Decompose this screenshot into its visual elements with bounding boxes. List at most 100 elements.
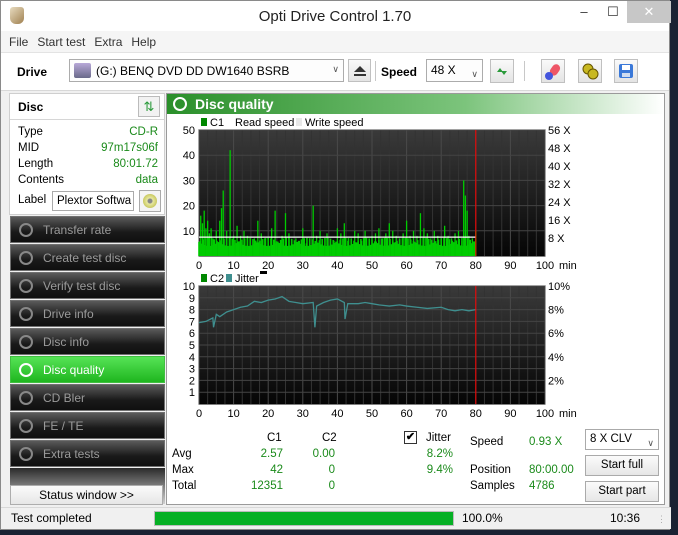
max-label: Max [172,464,194,476]
sidebar-item-disc-info[interactable]: Disc info [10,328,165,355]
disc-icon[interactable] [139,190,161,212]
jitter-checkbox[interactable]: ✔ [404,431,417,444]
legend-jitter: Jitter [235,273,259,285]
erase-button[interactable] [541,59,565,83]
y-right-tick-label: 32 X [548,179,571,191]
legend-write-swatch [296,118,302,126]
x-tick-label: 100 [536,260,554,272]
length-label: Length [18,158,54,170]
legend-write-speed: Write speed [305,117,364,129]
progress-text: 100.0% [462,511,503,525]
chevron-down-icon: ∨ [647,438,654,448]
sidebar-item-label: Disc quality [43,362,105,377]
y-tick-label: 50 [183,125,195,137]
samples-label: Samples [470,480,515,492]
erase-icon [545,64,561,80]
start-full-button[interactable]: Start full [585,455,659,476]
minimize-button[interactable]: – [569,1,599,23]
sidebar-item-extra-tests[interactable]: Extra tests [10,440,165,467]
drive-select[interactable]: (G:) BENQ DVD DD DW1640 BSRB ∨ [69,59,344,82]
disc-refresh-button[interactable]: ⇅ [138,96,160,117]
type-value: CD-R [129,126,158,138]
y-tick-label: 30 [183,175,195,187]
start-part-button[interactable]: Start part [585,481,659,502]
maximize-button[interactable]: ☐ [598,1,628,23]
disc-label-input[interactable]: Plextor Softwa [52,191,134,211]
sidebar-item-drive-info[interactable]: Drive info [10,300,165,327]
refresh-button[interactable] [490,59,514,83]
sidebar-item-fe-te[interactable]: FE / TE [10,412,165,439]
legend-read-speed: Read speed [235,117,294,129]
sidebar-item-disc-quality[interactable]: Disc quality [10,356,165,383]
speed-value: 48 X [431,63,456,77]
y-tick-label: 9 [189,293,195,305]
save-button[interactable] [614,59,638,83]
legend-jitter-swatch [226,274,232,282]
toolbar-separator [524,61,525,81]
clock: 10:36 [610,511,641,525]
settings-button[interactable] [578,59,602,83]
menu-extra[interactable]: Extra [94,35,122,49]
x-tick-label: 80 [470,408,482,420]
sidebar-item-label: CD Bler [43,390,86,405]
y-tick-label: 6 [189,328,195,340]
position-label: Position [470,464,511,476]
menu-start-test[interactable]: Start test [37,35,85,49]
y-tick-label: 10 [183,281,195,293]
y-right-tick-label: 8% [548,305,564,317]
jitter-max: 9.4% [426,464,453,476]
legend-c1-swatch [201,118,207,126]
samples-value: 4786 [529,480,555,492]
y-right-tick-label: 56 X [548,125,571,137]
y-right-tick-label: 48 X [548,143,571,155]
x-tick-label: 0 [196,408,202,420]
y-right-tick-label: 6% [548,328,564,340]
sidebar-item-cd-bler[interactable]: CD Bler [10,384,165,411]
y-tick-label: 8 [189,305,195,317]
settings-icon [582,63,599,80]
x-tick-label: 90 [504,408,516,420]
y-right-tick-label: 40 X [548,161,571,173]
disc-icon [19,278,33,293]
status-text: Test completed [11,511,92,525]
chevron-down-icon: ∨ [471,69,478,79]
x-tick-label: 60 [400,260,412,272]
y-tick-label: 10 [183,226,195,238]
close-button[interactable]: ✕ [627,1,671,23]
x-tick-label: 80 [470,260,482,272]
x-tick-label: 50 [366,260,378,272]
disc-length-row: Length 80:01.72 [18,158,158,174]
c1-chart: 10 20 30 40 50 8 X 16 X 24 X 32 X 40 X 48 X 56 X 0 10… [183,125,577,272]
disc-icon [19,362,33,377]
sidebar-item-transfer-rate[interactable]: Transfer rate [10,216,165,243]
sidebar-item-create-test-disc[interactable]: Create test disc [10,244,165,271]
contents-value: data [135,174,158,186]
sidebar-item-verify-test-disc[interactable]: Verify test disc [10,272,165,299]
x-tick-label: 70 [435,408,447,420]
y-tick-label: 4 [189,352,195,364]
x-tick-label: 60 [400,408,412,420]
menu-file[interactable]: File [9,35,28,49]
speed-label: Speed [381,65,418,79]
jitter-avg: 8.2% [426,448,453,460]
y-tick-label: 3 [189,364,195,376]
legend-marker [260,271,267,274]
sidebar-nav: Transfer rate Create test disc Verify test… [10,216,165,504]
menu-help[interactable]: Help [131,35,156,49]
status-bar: Test completed 100.0% 10:36 ⋮ [1,507,671,529]
y-tick-label: 7 [189,316,195,328]
disc-info-panel: Disc ⇅ Type CD-R MID 97m17s06f Length 80:01… [9,93,165,215]
y-right-tick-label: 4% [548,352,564,364]
jitter-header: Jitter [426,432,451,444]
x-tick-label: 20 [262,260,274,272]
resize-grip-icon[interactable]: ⋮ [657,514,666,525]
legend-c2-swatch [201,274,207,282]
test-speed-select[interactable]: 8 X CLV ∨ [585,429,659,450]
test-speed-value: 8 X CLV [590,433,632,445]
status-window-button[interactable]: Status window >> [10,485,163,505]
drive-icon [74,63,91,78]
menu-bar: File Start test Extra Help [1,31,669,53]
eject-button[interactable] [348,59,371,82]
drive-value: (G:) BENQ DVD DD DW1640 BSRB [96,63,290,78]
speed-select[interactable]: 48 X ∨ [426,59,483,82]
